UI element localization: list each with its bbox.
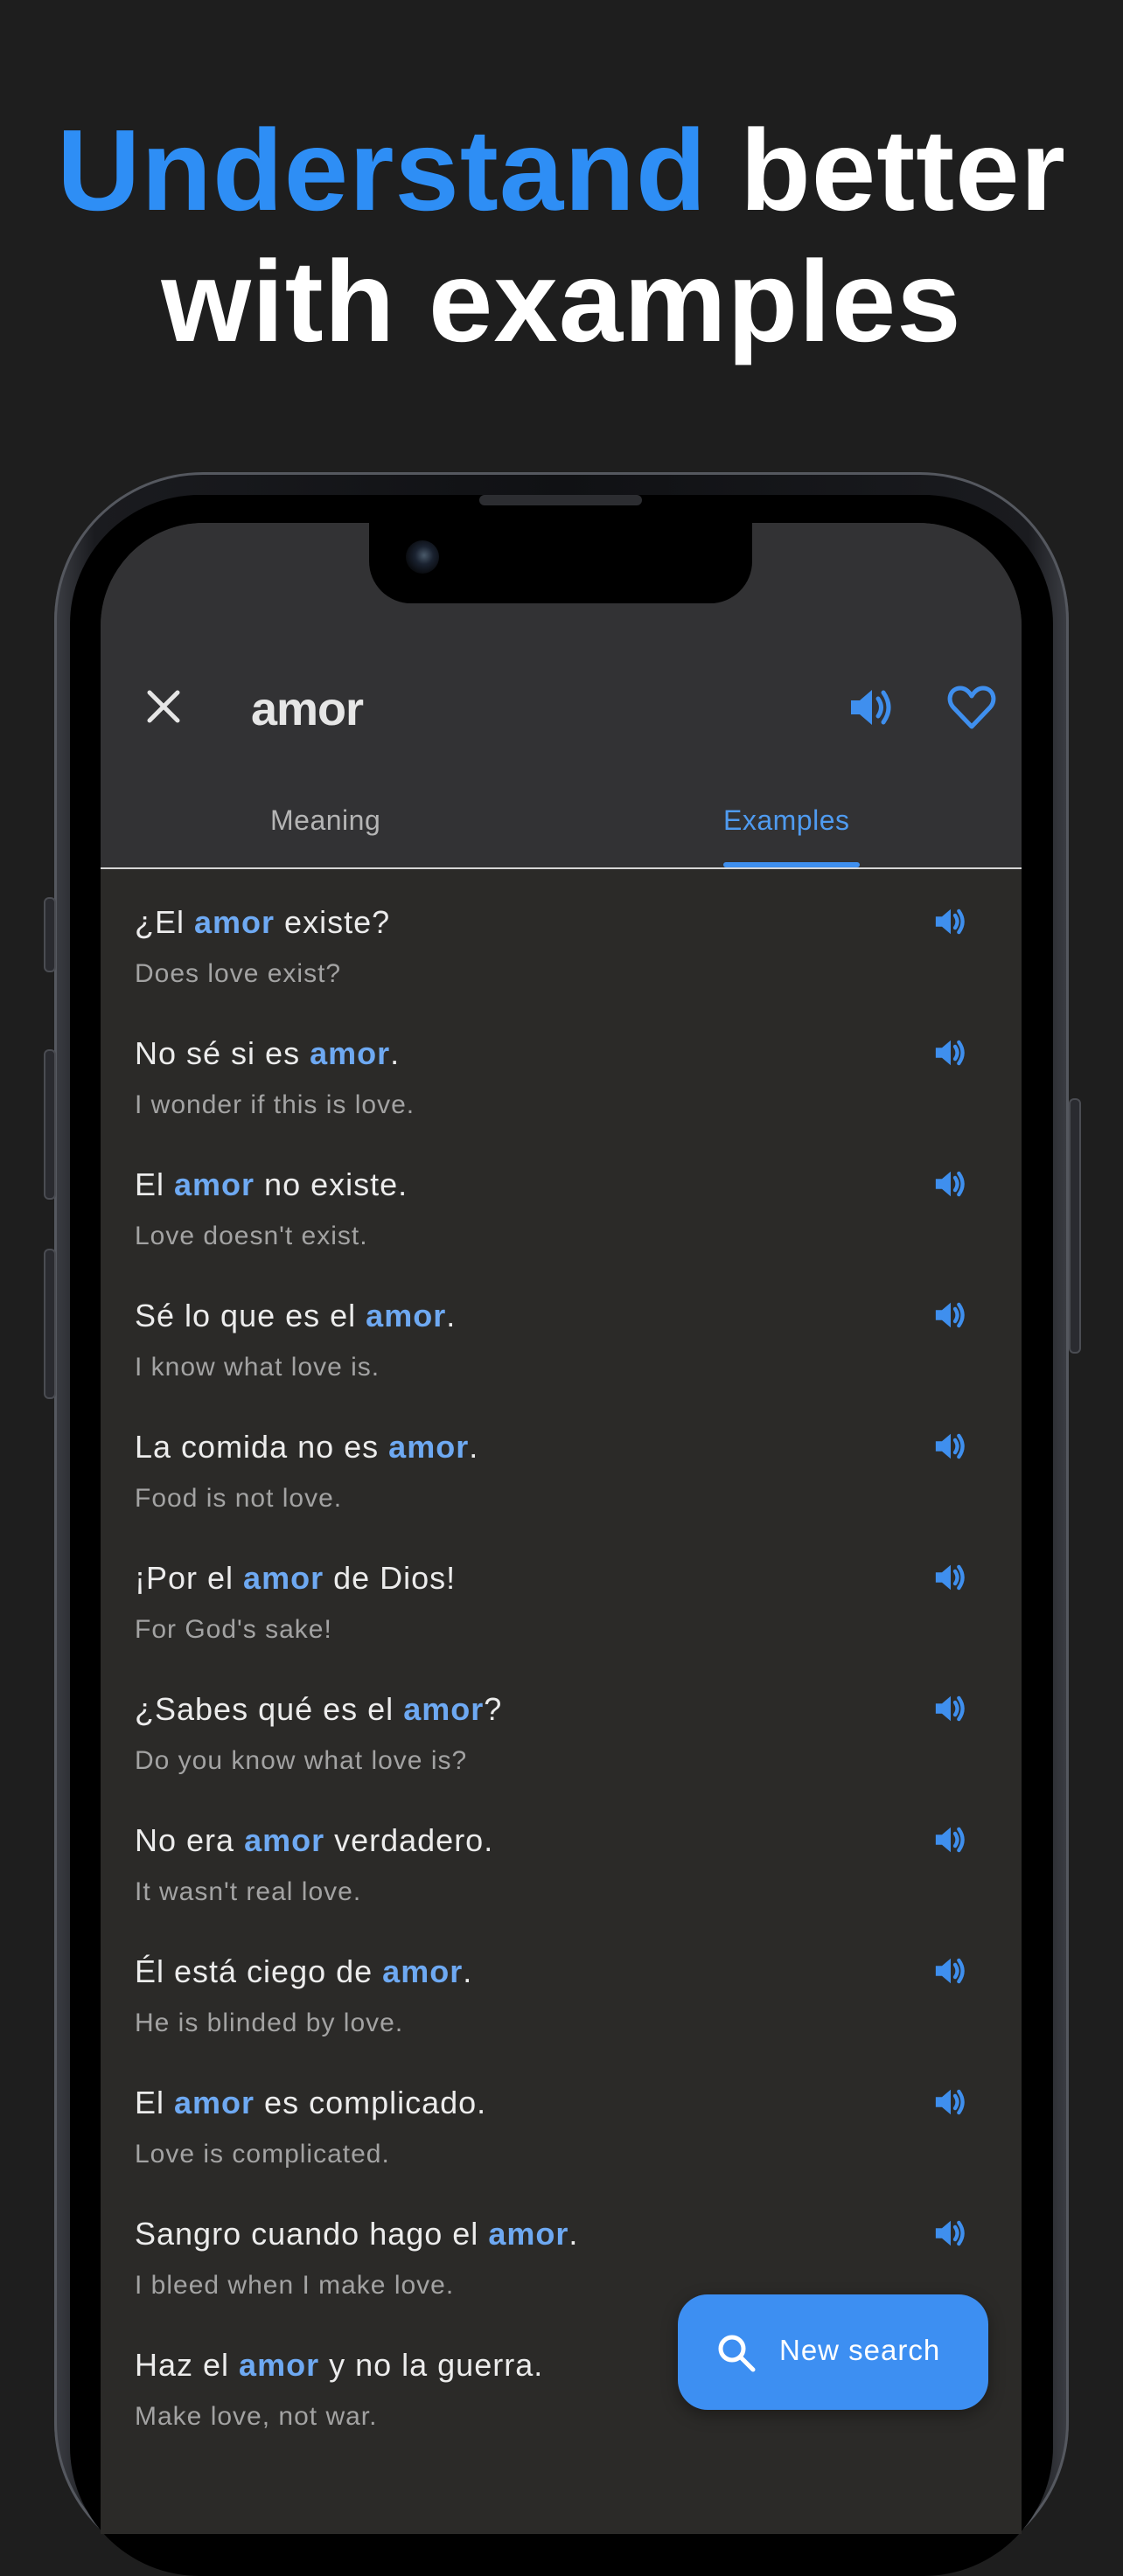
example-sentence: Sé lo que es el amor. — [135, 1298, 457, 1333]
search-icon — [718, 2335, 756, 2372]
example-translation: I wonder if this is love. — [135, 1090, 415, 1119]
example-sentence: ¡Por el amor de Dios! — [135, 1560, 457, 1596]
speaker-icon[interactable] — [931, 1953, 970, 1988]
speaker-icon[interactable] — [931, 2085, 970, 2120]
highlighted-word: amor — [366, 1298, 447, 1333]
speaker-icon[interactable] — [931, 1035, 970, 1070]
favorite-button[interactable] — [945, 683, 998, 732]
headline-accent-word: Understand — [57, 106, 708, 234]
example-translation: Love doesn't exist. — [135, 1222, 368, 1250]
phone-power-button — [1069, 1098, 1081, 1354]
speaker-icon[interactable] — [931, 904, 970, 939]
example-sentence: El amor no existe. — [135, 1166, 408, 1202]
example-sentence: ¿Sabes qué es el amor? — [135, 1691, 503, 1727]
highlighted-word: amor — [310, 1035, 391, 1071]
phone-volume-up-button — [44, 1049, 56, 1200]
speaker-icon[interactable] — [931, 1822, 970, 1857]
speaker-icon — [851, 690, 891, 725]
highlighted-word: amor — [488, 2216, 569, 2252]
example-item[interactable]: No sé si es amor. I wonder if this is lo… — [101, 1000, 1022, 1131]
speaker-icon[interactable] — [931, 1166, 970, 1201]
tab-examples[interactable]: Examples — [723, 804, 850, 837]
headline-line-1-rest: better — [707, 106, 1066, 234]
example-translation: Does love exist? — [135, 959, 342, 988]
highlighted-word: amor — [244, 1822, 325, 1858]
example-item[interactable]: No era amor verdadero. It wasn't real lo… — [101, 1787, 1022, 1918]
phone-speaker-grille — [479, 495, 642, 505]
example-translation: He is blinded by love. — [135, 2009, 404, 2037]
close-icon — [147, 690, 180, 723]
speaker-icon[interactable] — [931, 1691, 970, 1726]
heart-icon — [947, 686, 996, 729]
headline-line-1: Understand better — [0, 105, 1123, 236]
example-translation: For God's sake! — [135, 1615, 332, 1644]
example-sentence: ¿El amor existe? — [135, 904, 391, 940]
example-translation: Make love, not war. — [135, 2402, 378, 2431]
phone-volume-down-button — [44, 1249, 56, 1399]
example-item[interactable]: La comida no es amor. Food is not love. — [101, 1394, 1022, 1525]
search-word: amor — [251, 683, 364, 735]
example-translation: I know what love is. — [135, 1353, 380, 1382]
example-sentence: El amor es complicado. — [135, 2085, 487, 2120]
example-sentence: No era amor verdadero. — [135, 1822, 494, 1858]
example-item[interactable]: Sangro cuando hago el amor. I bleed when… — [101, 2181, 1022, 2312]
front-camera — [406, 540, 439, 574]
new-search-button[interactable]: New search — [678, 2294, 988, 2410]
app-screen: amor Meaning Examples ¿El amor existe? D… — [101, 523, 1022, 2534]
example-translation: Food is not love. — [135, 1484, 343, 1513]
example-translation: I bleed when I make love. — [135, 2271, 455, 2300]
tab-meaning[interactable]: Meaning — [270, 804, 380, 837]
speaker-icon[interactable] — [931, 1298, 970, 1333]
example-translation: It wasn't real love. — [135, 1877, 362, 1906]
headline-line-2: with examples — [161, 237, 962, 366]
example-sentence: Haz el amor y no la guerra. — [135, 2347, 544, 2383]
highlighted-word: amor — [388, 1429, 470, 1465]
speaker-icon[interactable] — [931, 1560, 970, 1595]
example-item[interactable]: El amor es complicado. Love is complicat… — [101, 2050, 1022, 2181]
example-sentence: No sé si es amor. — [135, 1035, 401, 1071]
example-sentence: La comida no es amor. — [135, 1429, 479, 1465]
headline: Understand better with examples — [0, 105, 1123, 367]
highlighted-word: amor — [382, 1953, 464, 1989]
pronounce-button[interactable] — [846, 683, 898, 732]
example-item[interactable]: ¿El amor existe? Does love exist? — [101, 869, 1022, 1000]
speaker-icon[interactable] — [931, 1429, 970, 1464]
example-item[interactable]: Sé lo que es el amor. I know what love i… — [101, 1263, 1022, 1394]
highlighted-word: amor — [239, 2347, 320, 2383]
highlighted-word: amor — [194, 904, 276, 940]
examples-list: ¿El amor existe? Does love exist? No sé … — [101, 869, 1022, 2443]
example-item[interactable]: El amor no existe. Love doesn't exist. — [101, 1131, 1022, 1263]
example-translation: Love is complicated. — [135, 2140, 390, 2169]
example-item[interactable]: ¿Sabes qué es el amor? Do you know what … — [101, 1656, 1022, 1787]
example-sentence: Él está ciego de amor. — [135, 1953, 473, 1989]
highlighted-word: amor — [174, 2085, 255, 2120]
example-translation: Do you know what love is? — [135, 1746, 468, 1775]
example-item[interactable]: ¡Por el amor de Dios! For God's sake! — [101, 1525, 1022, 1656]
highlighted-word: amor — [174, 1166, 255, 1202]
highlighted-word: amor — [243, 1560, 324, 1596]
example-item[interactable]: Él está ciego de amor. He is blinded by … — [101, 1918, 1022, 2050]
close-button[interactable] — [137, 680, 190, 733]
highlighted-word: amor — [403, 1691, 485, 1727]
example-sentence: Sangro cuando hago el amor. — [135, 2216, 579, 2252]
new-search-label: New search — [779, 2334, 941, 2366]
speaker-icon[interactable] — [931, 2216, 970, 2251]
phone-silent-switch — [44, 897, 56, 972]
